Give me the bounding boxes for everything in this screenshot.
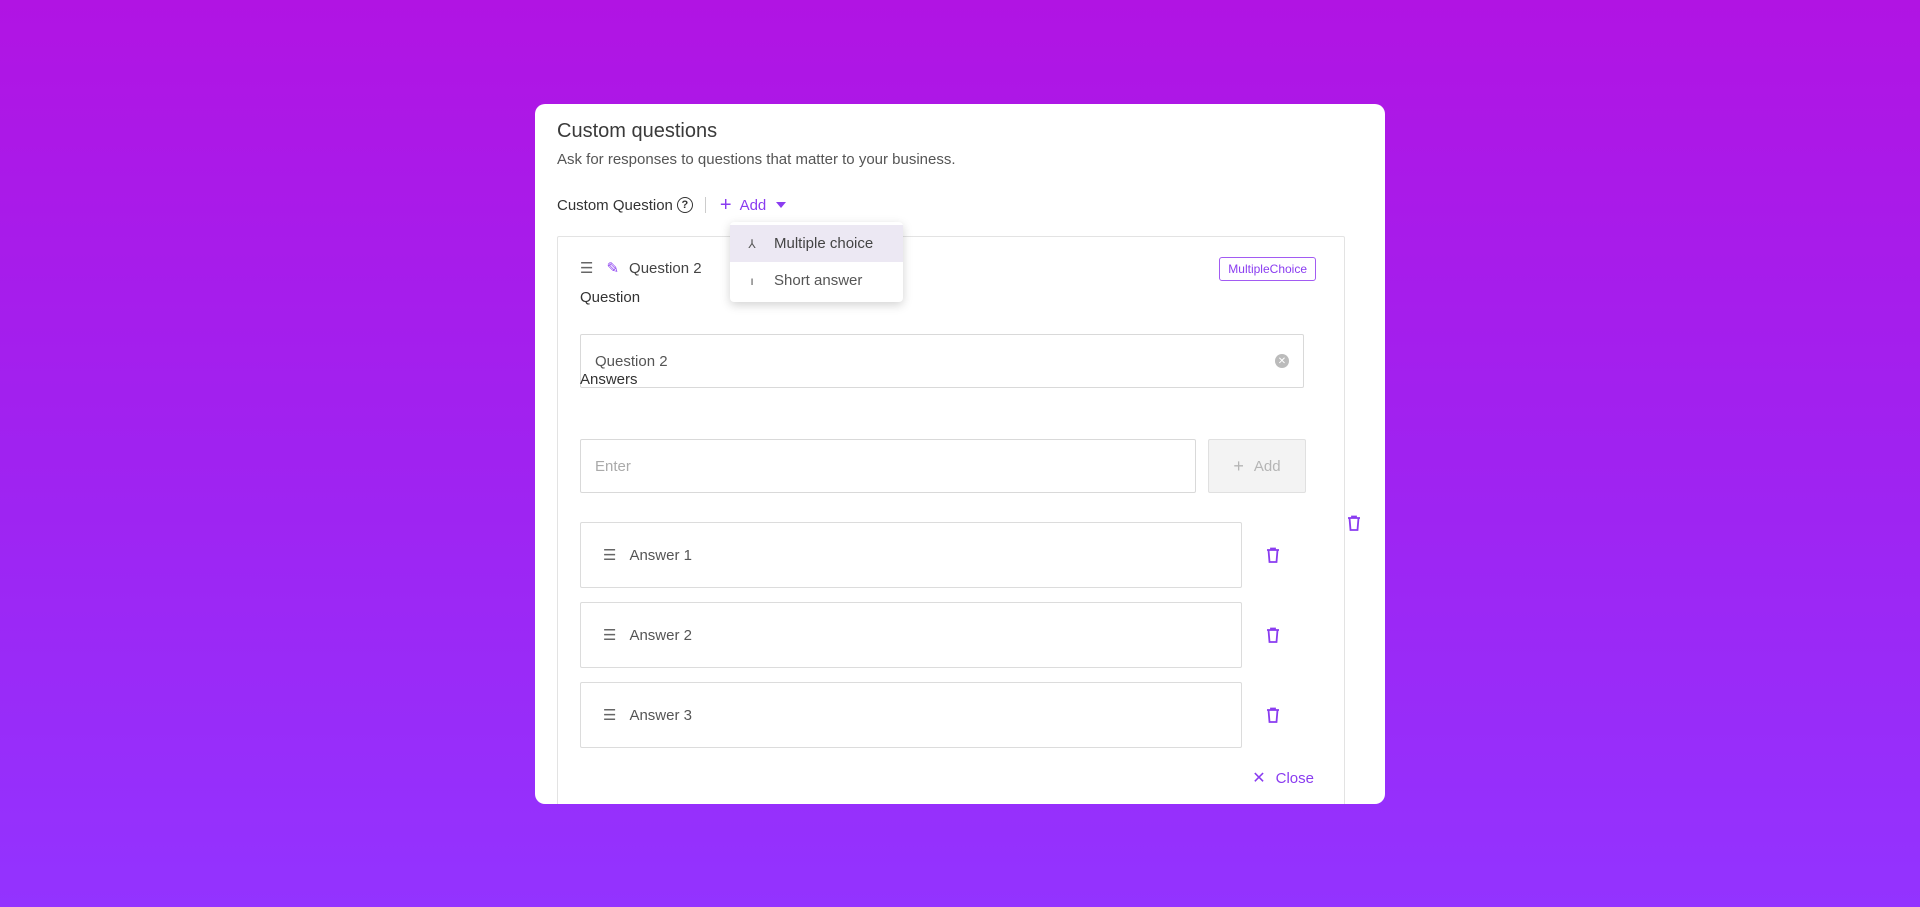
- drag-handle-icon[interactable]: ☰: [603, 706, 616, 724]
- close-button[interactable]: ✕ Close: [1252, 768, 1314, 788]
- answer-input-placeholder: Enter: [595, 457, 631, 475]
- question-input-value: Question 2: [595, 352, 668, 370]
- divider: [704, 197, 706, 213]
- drag-handle-icon[interactable]: ☰: [603, 546, 616, 564]
- question-header-title: Question 2: [629, 259, 702, 277]
- plus-icon: +: [719, 194, 732, 216]
- question-field-label: Question: [580, 289, 641, 306]
- add-answer-label: Add: [1253, 457, 1281, 475]
- add-question-dropdown-button[interactable]: + Add: [719, 194, 787, 216]
- plus-icon: +: [1233, 455, 1244, 476]
- edit-icon[interactable]: ✎: [606, 259, 619, 277]
- answer-label: Answer 2: [629, 626, 692, 644]
- custom-question-toolbar: Custom Question ? + Add: [557, 192, 787, 218]
- question-input[interactable]: Question 2 ✕: [580, 334, 1304, 388]
- short-line-icon: ı: [750, 273, 754, 288]
- delete-answer-icon[interactable]: [1266, 627, 1280, 643]
- question-panel: ☰ ✎ Question 2 MultipleChoice Question Q…: [557, 236, 1345, 804]
- add-question-menu: ⅄ Multiple choice ı Short answer: [730, 222, 903, 302]
- answer-label: Answer 1: [629, 546, 692, 564]
- answer-row[interactable]: ☰ Answer 3: [580, 682, 1242, 748]
- answer-row[interactable]: ☰ Answer 2: [580, 602, 1242, 668]
- add-label: Add: [739, 196, 767, 214]
- question-circle-icon[interactable]: ?: [676, 197, 693, 213]
- card-subtitle: Ask for responses to questions that matt…: [557, 151, 956, 168]
- answer-row[interactable]: ☰ Answer 1: [580, 522, 1242, 588]
- delete-answer-icon[interactable]: [1266, 707, 1280, 723]
- delete-answer-icon[interactable]: [1266, 547, 1280, 563]
- close-icon: ✕: [1252, 770, 1266, 787]
- menu-item-label: Short answer: [774, 272, 863, 289]
- add-answer-button[interactable]: + Add: [1208, 439, 1306, 493]
- clear-icon[interactable]: ✕: [1275, 354, 1289, 368]
- caret-down-icon: [776, 202, 787, 208]
- custom-questions-card: Custom questions Ask for responses to qu…: [535, 104, 1385, 804]
- answer-input[interactable]: Enter: [580, 439, 1196, 493]
- question-header: ☰ ✎ Question 2: [580, 259, 702, 278]
- answers-field-label: Answers: [580, 371, 638, 388]
- delete-question-icon[interactable]: [1347, 515, 1361, 536]
- card-title: Custom questions: [557, 120, 718, 142]
- custom-question-label: Custom Question: [557, 196, 673, 214]
- drag-handle-icon[interactable]: ☰: [580, 259, 593, 277]
- close-label: Close: [1275, 769, 1314, 787]
- drag-handle-icon[interactable]: ☰: [603, 626, 616, 644]
- menu-item-short-answer[interactable]: ı Short answer: [730, 262, 903, 299]
- question-type-badge: MultipleChoice: [1219, 257, 1316, 281]
- menu-item-multiple-choice[interactable]: ⅄ Multiple choice: [730, 225, 903, 262]
- branch-icon: ⅄: [748, 236, 756, 251]
- answer-label: Answer 3: [629, 706, 692, 724]
- menu-item-label: Multiple choice: [774, 235, 874, 252]
